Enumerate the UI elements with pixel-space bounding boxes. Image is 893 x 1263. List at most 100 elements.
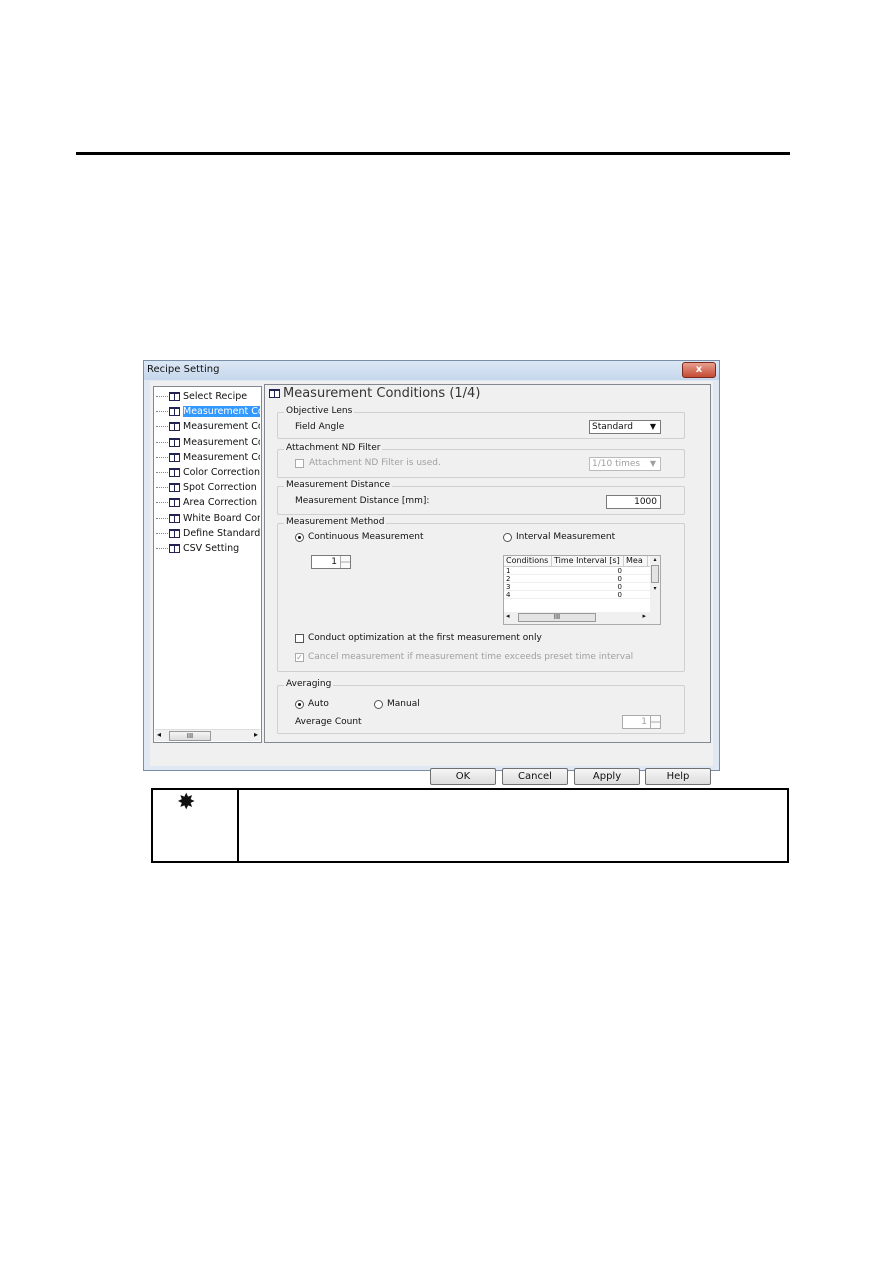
interval-label: Interval Measurement: [516, 532, 616, 542]
book-icon: [169, 528, 180, 538]
nd-filter-label: Attachment ND Filter is used.: [309, 458, 441, 468]
starburst-icon: ✸: [177, 790, 196, 815]
tree-connector: [156, 532, 168, 534]
cancel-button[interactable]: Cancel: [502, 768, 568, 785]
nd-filter-select[interactable]: 1/10 times ▼: [589, 457, 661, 471]
tree-horizontal-scrollbar[interactable]: ◂ III ▸: [155, 729, 260, 741]
tree-item[interactable]: Measurement Co: [156, 436, 260, 450]
grid-cell: 0: [617, 591, 622, 599]
select-value: Standard: [592, 422, 633, 432]
grid-cell: 0: [617, 575, 622, 583]
grid-column-header[interactable]: Mea: [624, 556, 648, 566]
group-label: Averaging: [284, 679, 334, 689]
grid-header: Conditions Time Interval [s] Mea: [504, 556, 660, 567]
tree-item-label: Spot Correction: [183, 482, 257, 494]
auto-label: Auto: [308, 699, 329, 709]
ok-button[interactable]: OK: [430, 768, 496, 785]
select-value: 1/10 times: [592, 459, 641, 469]
cancel-measurement-checkbox[interactable]: ✓: [295, 653, 304, 662]
group-label: Measurement Distance: [284, 480, 393, 490]
tree-connector: [156, 517, 168, 519]
tree-item[interactable]: Area Correction: [156, 496, 260, 510]
manual-label: Manual: [387, 699, 420, 709]
page-rule: [76, 152, 790, 155]
note-divider: [237, 790, 239, 861]
optimization-label: Conduct optimization at the first measur…: [308, 633, 542, 643]
grid-cell: 4: [506, 591, 511, 599]
dialog-title: Recipe Setting: [147, 364, 220, 375]
book-icon: [169, 437, 180, 447]
distance-input[interactable]: 1000: [606, 495, 661, 509]
tree-connector: [156, 456, 168, 458]
grid-cell: 0: [617, 567, 622, 575]
scroll-left-icon[interactable]: ◂: [157, 730, 161, 739]
interval-radio[interactable]: [503, 533, 512, 542]
tree-item-label: Area Correction: [183, 497, 258, 509]
grid-cell: 1: [506, 567, 511, 575]
tree-connector: [156, 396, 168, 397]
tree-item[interactable]: Define Standard ': [156, 527, 260, 541]
tree-item[interactable]: Select Recipe: [156, 390, 260, 404]
interval-grid: Conditions Time Interval [s] Mea 1 0 2 0 3 0 4 0 ▴ ▾…: [503, 555, 661, 625]
continuous-label: Continuous Measurement: [308, 532, 424, 542]
book-icon: [269, 389, 280, 398]
tree-item-label: Select Recipe: [183, 391, 248, 402]
dropdown-arrow-icon: ▼: [649, 422, 657, 431]
tree-item[interactable]: White Board Corr: [156, 512, 260, 526]
tree-connector: [156, 472, 168, 473]
dialog-client: CSV Setting Define Standard ' White Board …: [150, 381, 713, 785]
scroll-right-icon[interactable]: ▸: [254, 730, 258, 739]
tree-connector: [156, 426, 168, 428]
tree-item[interactable]: Measurement Co: [156, 420, 260, 434]
grid-row[interactable]: 20: [504, 575, 660, 583]
grid-column-header[interactable]: Time Interval [s]: [552, 556, 624, 566]
scroll-thumb[interactable]: III: [169, 731, 211, 741]
book-icon: [169, 544, 180, 553]
average-count-stepper[interactable]: 1: [622, 715, 661, 729]
panel-title: Measurement Conditions (1/4): [268, 386, 480, 401]
book-icon: [169, 392, 180, 401]
help-button[interactable]: Help: [645, 768, 711, 785]
grid-column-header[interactable]: Conditions: [504, 556, 552, 566]
book-icon: [169, 498, 180, 508]
tree-item-label: Measurement Co: [183, 406, 260, 418]
spin-arrows-icon[interactable]: [340, 556, 350, 568]
tree-item-label: Measurement Co: [183, 436, 260, 448]
auto-radio[interactable]: [295, 700, 304, 709]
book-icon: [169, 468, 180, 477]
scroll-thumb[interactable]: III: [518, 613, 596, 622]
continuous-radio[interactable]: [295, 533, 304, 542]
grid-vertical-scrollbar[interactable]: ▴ ▾: [650, 556, 660, 612]
recipe-setting-dialog: Recipe Setting x CSV Setting Define Stand…: [143, 360, 720, 785]
grid-row[interactable]: 30: [504, 583, 660, 591]
group-label: Measurement Method: [284, 517, 387, 527]
continuous-count-stepper[interactable]: 1: [311, 555, 351, 569]
grid-horizontal-scrollbar[interactable]: ◂ III ▸: [504, 612, 660, 624]
tree-connector: [156, 441, 168, 443]
tree-item[interactable]: CSV Setting: [156, 542, 260, 556]
grid-row[interactable]: 40: [504, 591, 660, 599]
close-button[interactable]: x: [682, 362, 716, 378]
tree-item[interactable]: Color Correction: [156, 466, 260, 480]
tree-item-label: CSV Setting: [183, 543, 240, 554]
cancel-measurement-label: Cancel measurement if measurement time e…: [308, 652, 634, 662]
optimization-checkbox[interactable]: [295, 634, 304, 643]
dropdown-arrow-icon: ▼: [649, 459, 657, 468]
grid-cell: 2: [506, 575, 511, 583]
grid-row[interactable]: 10: [504, 567, 660, 575]
tree-item[interactable]: Measurement Co: [156, 451, 260, 465]
recipe-tree: CSV Setting Define Standard ' White Board …: [153, 386, 262, 743]
objective-lens-group: Objective Lens Field Angle Standard ▼: [277, 406, 685, 439]
tree-item[interactable]: Measurement Co: [156, 405, 260, 419]
field-angle-select[interactable]: Standard ▼: [589, 420, 661, 434]
tree-item-label: Color Correction: [183, 467, 260, 478]
grid-cell: 3: [506, 583, 511, 591]
tree-item[interactable]: Spot Correction: [156, 481, 260, 495]
nd-filter-checkbox[interactable]: [295, 459, 304, 468]
nd-filter-group: Attachment ND Filter Attachment ND Filte…: [277, 443, 685, 478]
apply-button[interactable]: Apply: [574, 768, 640, 785]
tree-connector: [156, 411, 168, 413]
field-angle-label: Field Angle: [295, 422, 345, 432]
manual-radio[interactable]: [374, 700, 383, 709]
spin-arrows-icon[interactable]: [650, 716, 660, 728]
